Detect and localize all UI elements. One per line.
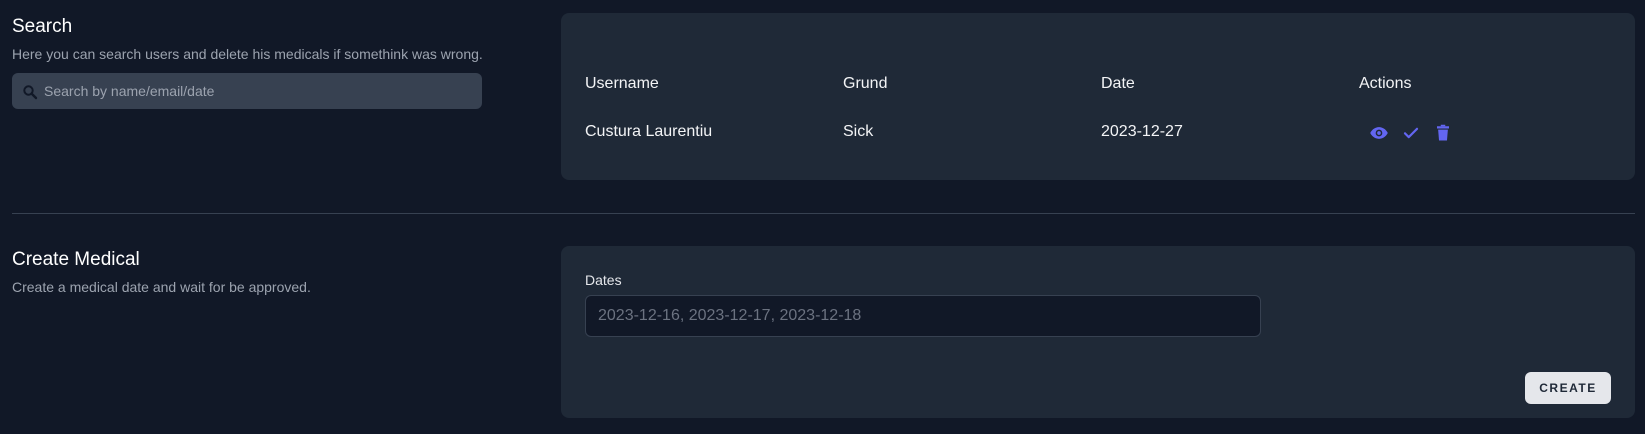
dates-input[interactable] <box>585 295 1261 337</box>
create-section-header: Create Medical Create a medical date and… <box>12 249 311 295</box>
medicals-table-card: Username Grund Date Actions Custura Laur… <box>561 13 1635 180</box>
section-divider <box>12 213 1635 214</box>
search-box <box>12 73 482 109</box>
search-input[interactable] <box>44 73 474 109</box>
header-grund: Grund <box>843 75 888 92</box>
search-section-header: Search Here you can search users and del… <box>12 16 483 62</box>
search-title: Search <box>12 16 73 37</box>
cell-grund: Sick <box>843 123 874 140</box>
create-button[interactable]: CREATE <box>1525 372 1611 404</box>
header-actions: Actions <box>1359 75 1412 92</box>
header-date: Date <box>1101 75 1135 92</box>
check-icon[interactable] <box>1400 122 1422 144</box>
dates-label: Dates <box>585 272 622 288</box>
search-description: Here you can search users and delete his… <box>12 46 483 62</box>
cell-date: 2023-12-27 <box>1101 123 1183 140</box>
trash-icon[interactable] <box>1432 122 1454 144</box>
create-medical-card: Dates CREATE <box>561 246 1635 418</box>
create-title: Create Medical <box>12 249 140 270</box>
cell-username: Custura Laurentiu <box>585 123 713 140</box>
create-description: Create a medical date and wait for be ap… <box>12 279 311 295</box>
header-username: Username <box>585 75 659 92</box>
search-icon <box>22 84 38 100</box>
eye-icon[interactable] <box>1368 122 1390 144</box>
row-actions <box>1368 122 1454 144</box>
